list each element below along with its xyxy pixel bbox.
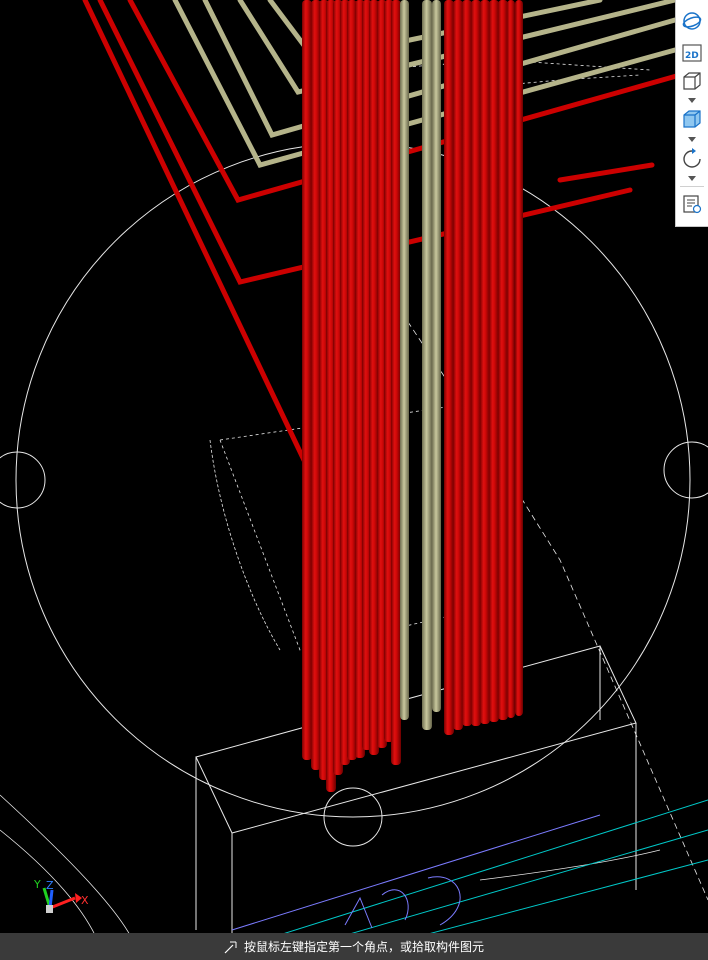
wireframe-dropdown-icon[interactable] bbox=[685, 96, 699, 104]
cad-viewport[interactable]: X Y Z bbox=[0, 0, 708, 960]
toolbar-divider bbox=[680, 186, 704, 187]
rotate-icon[interactable] bbox=[679, 145, 705, 171]
cursor-crosshair-icon bbox=[224, 941, 237, 953]
axis-y-label: Y bbox=[33, 878, 41, 891]
status-bar: 按鼠标左键指定第一个角点，或拾取构件图元 bbox=[0, 933, 708, 960]
axis-indicator: X Y Z bbox=[33, 878, 89, 913]
axis-x-label: X bbox=[81, 894, 89, 907]
shaded-cube-icon[interactable] bbox=[679, 106, 705, 132]
wireframe-cube-icon[interactable] bbox=[679, 68, 705, 94]
status-message: 按鼠标左键指定第一个角点，或拾取构件图元 bbox=[243, 940, 484, 954]
view-2d-label: 2D bbox=[685, 51, 699, 61]
view-toolbar: 2D bbox=[675, 0, 708, 227]
orbit-view-icon[interactable] bbox=[679, 8, 705, 34]
shaded-dropdown-icon[interactable] bbox=[685, 135, 699, 143]
list-settings-icon[interactable] bbox=[679, 191, 705, 217]
rotate-dropdown-icon[interactable] bbox=[685, 174, 699, 182]
vertical-rebar-bundle bbox=[302, 0, 523, 792]
axis-z-label: Z bbox=[46, 879, 54, 892]
view-2d-icon[interactable]: 2D bbox=[679, 40, 705, 66]
